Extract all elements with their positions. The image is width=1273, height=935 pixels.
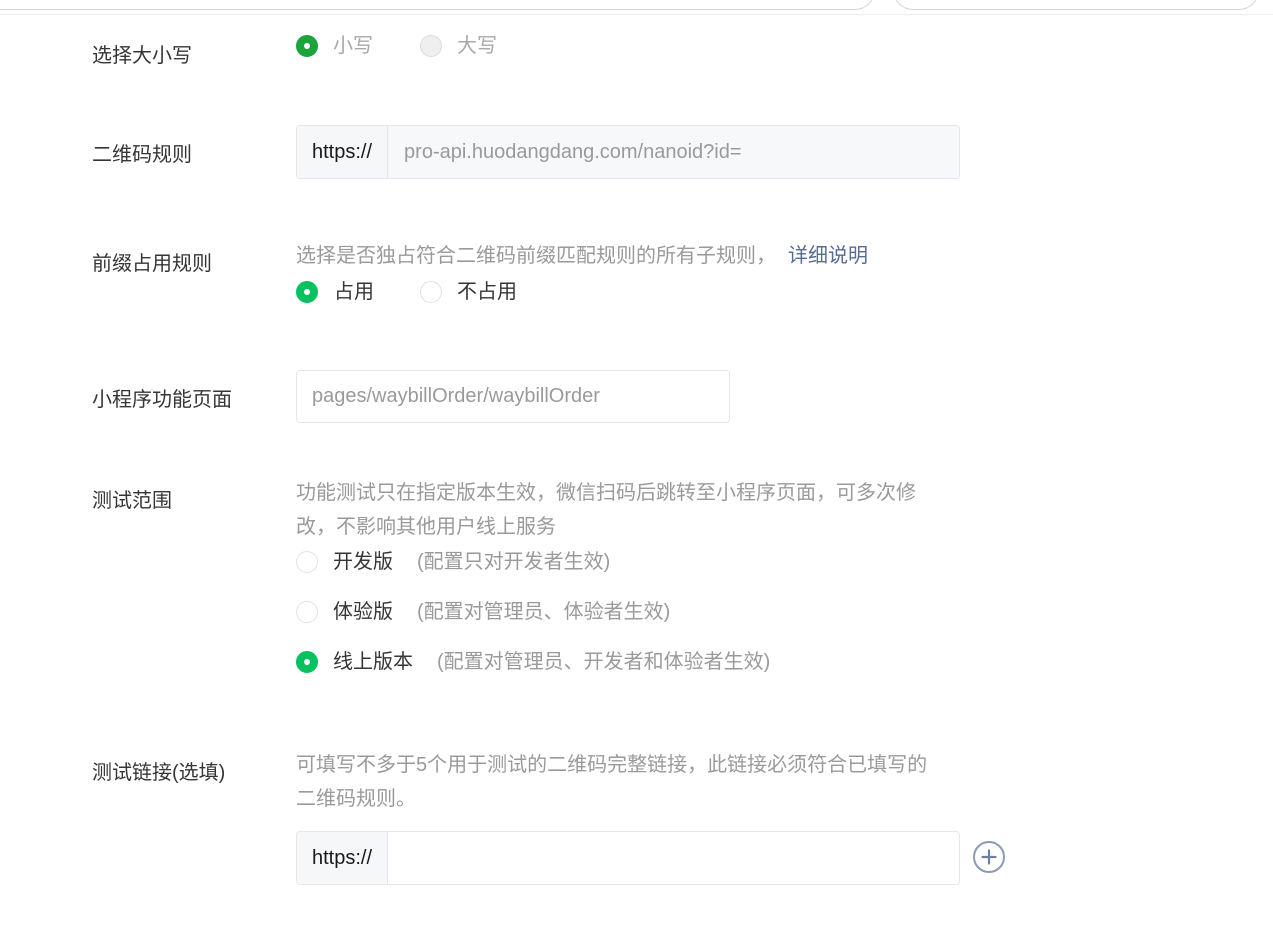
scope-option-dev[interactable]: 开发版 (配置只对开发者生效) xyxy=(296,548,610,576)
test-scope-description-line1: 功能测试只在指定版本生效，微信扫码后跳转至小程序页面，可多次修 xyxy=(296,482,916,504)
mini-page-label: 小程序功能页面 xyxy=(92,389,232,411)
test-link-label: 测试链接(选填) xyxy=(92,762,226,784)
case-option-uppercase-label: 大写 xyxy=(457,35,497,57)
scope-option-trial[interactable]: 体验版 (配置对管理员、体验者生效) xyxy=(296,598,670,626)
radio-unchecked-icon[interactable] xyxy=(420,281,442,303)
scope-option-online[interactable]: 线上版本 (配置对管理员、开发者和体验者生效) xyxy=(296,648,770,676)
qr-rule-input-group[interactable]: https:// pro-api.huodangdang.com/nanoid?… xyxy=(296,125,960,179)
prefix-rule-description: 选择是否独占符合二维码前缀匹配规则的所有子规则， 详细说明 xyxy=(296,239,868,273)
prefix-rule-description-text: 选择是否独占符合二维码前缀匹配规则的所有子规则， xyxy=(296,245,776,267)
test-scope-label: 测试范围 xyxy=(92,490,172,512)
scope-option-trial-hint: (配置对管理员、体验者生效) xyxy=(417,601,671,623)
test-link-input-group[interactable]: https:// xyxy=(296,831,960,885)
prefix-rule-label: 前缀占用规则 xyxy=(92,253,212,275)
scope-option-online-label: 线上版本 xyxy=(333,651,413,673)
test-link-description-line1: 可填写不多于5个用于测试的二维码完整链接，此链接必须符合已填写的 xyxy=(296,754,928,776)
qr-rule-prefix: https:// xyxy=(297,126,389,178)
qr-rule-label: 二维码规则 xyxy=(92,144,192,166)
case-option-uppercase[interactable]: 大写 xyxy=(420,32,497,60)
mini-page-input[interactable]: pages/waybillOrder/waybillOrder xyxy=(296,370,730,423)
scope-option-trial-label: 体验版 xyxy=(333,601,393,623)
radio-unchecked-icon[interactable] xyxy=(296,551,318,573)
test-link-input[interactable] xyxy=(388,832,959,884)
qr-rule-input[interactable]: pro-api.huodangdang.com/nanoid?id= xyxy=(388,126,959,178)
scope-option-online-hint: (配置对管理员、开发者和体验者生效) xyxy=(437,651,771,673)
prefix-option-not-occupy[interactable]: 不占用 xyxy=(420,278,517,306)
test-scope-description: 功能测试只在指定版本生效，微信扫码后跳转至小程序页面，可多次修 改，不影响其他用… xyxy=(296,476,976,544)
test-link-description: 可填写不多于5个用于测试的二维码完整链接，此链接必须符合已填写的 二维码规则。 xyxy=(296,748,976,816)
add-link-button[interactable] xyxy=(973,841,1005,873)
radio-checked-icon[interactable] xyxy=(296,651,318,673)
radio-unchecked-icon[interactable] xyxy=(296,601,318,623)
top-input-pill-left[interactable] xyxy=(0,0,875,10)
case-option-lowercase[interactable]: 小写 xyxy=(296,32,373,60)
top-input-pill-right[interactable] xyxy=(893,0,1259,10)
plus-icon xyxy=(981,849,997,865)
settings-form: 选择大小写 小写 大写 二维码规则 https:// pro-api.huoda… xyxy=(0,0,1273,935)
prefix-option-occupy-label: 占用 xyxy=(334,281,374,303)
prefix-option-not-occupy-label: 不占用 xyxy=(457,281,517,303)
detail-link[interactable]: 详细说明 xyxy=(788,245,868,267)
top-toolbar-edge xyxy=(0,0,1273,15)
scope-option-dev-hint: (配置只对开发者生效) xyxy=(417,551,611,573)
case-label: 选择大小写 xyxy=(92,45,192,67)
radio-checked-icon[interactable] xyxy=(296,35,318,57)
case-option-lowercase-label: 小写 xyxy=(333,35,373,57)
test-scope-description-line2: 改，不影响其他用户线上服务 xyxy=(296,516,556,538)
test-link-prefix: https:// xyxy=(297,832,389,884)
prefix-option-occupy[interactable]: 占用 xyxy=(296,278,374,306)
scope-option-dev-label: 开发版 xyxy=(333,551,393,573)
test-link-description-line2: 二维码规则。 xyxy=(296,788,416,810)
radio-checked-icon[interactable] xyxy=(296,281,318,303)
radio-unchecked-icon[interactable] xyxy=(420,35,442,57)
